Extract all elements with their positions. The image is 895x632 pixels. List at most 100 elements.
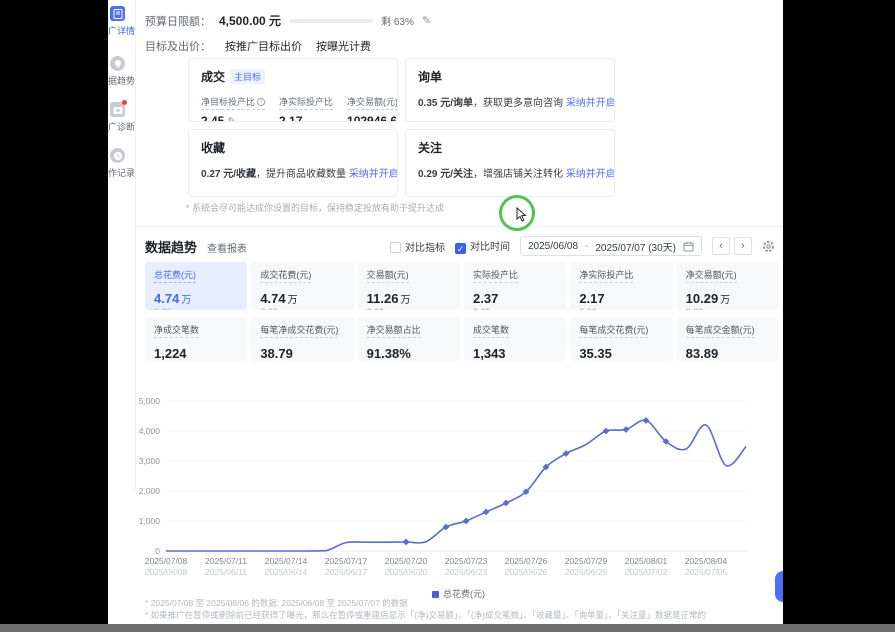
metric-compare-value: 0.00 bbox=[579, 307, 663, 310]
metric-card-9[interactable]: 净交易额占比91.38%0.00% bbox=[357, 317, 460, 361]
date-end[interactable]: 2025/07/07 (30天) bbox=[595, 239, 676, 254]
svg-text:0: 0 bbox=[155, 546, 160, 556]
feedback-handle[interactable] bbox=[775, 571, 783, 602]
metric-value: 83.89 bbox=[685, 346, 719, 361]
metric-label: 总花费(元) bbox=[154, 268, 196, 283]
goal-note: * 系统会尽可能达成你设置的目标，保持稳定投放有助于提升达成 bbox=[186, 203, 445, 213]
bid-label: 目标及出价： bbox=[145, 41, 211, 53]
svg-text:2025/07/23: 2025/07/23 bbox=[445, 556, 488, 566]
budget-progress-bar bbox=[289, 18, 374, 23]
trend-chart: 0 1,000 2,000 3,000 4,000 5,000 2025/07/08 2025… bbox=[136, 383, 781, 595]
metric-label: 成交花费(元) bbox=[260, 268, 312, 283]
rail-item-1[interactable]: 广详情 bbox=[108, 6, 136, 37]
svg-text:2025/06/23: 2025/06/23 bbox=[445, 567, 488, 577]
metric-compare-value: 0.00 bbox=[367, 307, 451, 310]
promotion-detail-panel: 广详情据趋势广诊断作记录 预算日限额： 4,500.00 元 剩 63% ✎ 目… bbox=[108, 0, 783, 624]
metric-value: 11.26 万 bbox=[366, 291, 411, 306]
metric-label: 净交易额(元) bbox=[685, 268, 737, 283]
trend-controls: 对比指标 ✓ 对比时间 2025/06/08 - 2025/07/07 (30天)… bbox=[389, 236, 775, 256]
metric-card-6[interactable]: 净交易额(元) 10.29万0.00 bbox=[676, 262, 779, 310]
svg-text:5,000: 5,000 bbox=[139, 396, 161, 406]
pin-icon bbox=[110, 56, 125, 71]
metric-card-12[interactable]: 每笔成交金额(元)83.890.00 bbox=[676, 317, 779, 361]
calendar-icon[interactable] bbox=[683, 241, 694, 252]
date-range-picker[interactable]: 2025/06/08 - 2025/07/07 (30天) bbox=[519, 236, 702, 256]
screen: 广详情据趋势广诊断作记录 预算日限额： 4,500.00 元 剩 63% ✎ 目… bbox=[0, 0, 895, 632]
svg-text:2,000: 2,000 bbox=[139, 486, 161, 496]
deal-card-title: 成交 主目标 bbox=[201, 68, 385, 85]
svg-text:2025/06/29: 2025/06/29 bbox=[565, 567, 608, 577]
view-report-link[interactable]: 查看报表 bbox=[207, 240, 247, 255]
metric-value: 38.79 bbox=[260, 346, 293, 361]
goal-card-inquiry: 询单 0.35 元/询单，获取更多意向咨询 采纳并开启 bbox=[405, 58, 615, 122]
mouse-cursor-icon bbox=[516, 207, 527, 222]
doc-icon bbox=[110, 6, 125, 21]
rail-item-4[interactable]: 作记录 bbox=[108, 148, 136, 179]
adopt-follow-link[interactable]: 采纳并开启 bbox=[566, 169, 614, 180]
trend-chart-svg: 01,0002,0003,0004,0005,0002025/07/082025… bbox=[139, 396, 748, 577]
deal-metric-target-roi: 净目标投产比 i 2.45 ✎ bbox=[201, 92, 266, 122]
follow-card-title: 关注 bbox=[418, 141, 443, 155]
adopt-favorite-link[interactable]: 采纳并开启 bbox=[349, 169, 397, 180]
rail-item-3[interactable]: 广诊断 bbox=[108, 100, 136, 133]
svg-text:2025/06/20: 2025/06/20 bbox=[385, 567, 428, 577]
camera-icon bbox=[110, 100, 127, 117]
daily-budget-row: 预算日限额： 4,500.00 元 剩 63% ✎ bbox=[145, 12, 431, 29]
metric-card-4[interactable]: 实际投产比 2.370.00 bbox=[464, 262, 567, 310]
metric-card-11[interactable]: 每笔成交花费(元)35.350.00 bbox=[570, 317, 673, 361]
red-badge-dot bbox=[122, 100, 127, 105]
edit-budget-icon[interactable]: ✎ bbox=[422, 14, 431, 27]
metric-value: 2.17 bbox=[579, 291, 605, 306]
svg-text:2025/07/11: 2025/07/11 bbox=[205, 556, 247, 566]
metric-compare-value: 0.00 bbox=[154, 307, 238, 310]
svg-text:2025/06/14: 2025/06/14 bbox=[265, 567, 308, 577]
svg-text:4,000: 4,000 bbox=[139, 426, 161, 436]
svg-text:2025/08/01: 2025/08/01 bbox=[625, 556, 668, 566]
checkbox-unchecked-icon[interactable] bbox=[389, 241, 401, 253]
compare-metric-checkbox[interactable]: 对比指标 bbox=[389, 239, 445, 254]
metric-card-10[interactable]: 成交笔数1,3430 bbox=[464, 317, 567, 361]
svg-text:2025/06/11: 2025/06/11 bbox=[205, 567, 247, 577]
rail-item-2[interactable]: 据趋势 bbox=[108, 56, 136, 87]
metric-compare-value: 0.00 bbox=[260, 307, 344, 310]
metric-value: 1,224 bbox=[154, 346, 187, 361]
settings-gear-icon[interactable] bbox=[762, 240, 775, 253]
prev-period-button[interactable]: ‹ bbox=[712, 237, 730, 255]
goal-cards: 成交 主目标 净目标投产比 i 2.45 ✎ 净实际投产比 2.17 净交易额(元)… bbox=[188, 58, 616, 197]
clock-icon bbox=[110, 148, 125, 163]
bid-mode: 按推广目标出价 bbox=[225, 41, 302, 53]
rail-item-label: 据趋势 bbox=[108, 76, 136, 86]
svg-text:2025/07/26: 2025/07/26 bbox=[505, 556, 548, 566]
svg-text:2025/08/04: 2025/08/04 bbox=[685, 556, 728, 566]
svg-text:2025/07/20: 2025/07/20 bbox=[385, 556, 428, 566]
next-period-button[interactable]: › bbox=[734, 237, 752, 255]
click-highlight-ring bbox=[499, 195, 535, 231]
info-icon[interactable]: i bbox=[257, 97, 266, 106]
footnote-2: * 如果推广在暂停或删除前已经获得了曝光，那么在暂停或重建后显示「(净)交易额」… bbox=[145, 610, 706, 620]
adopt-inquiry-link[interactable]: 采纳并开启 bbox=[566, 98, 614, 109]
metric-card-3[interactable]: 交易额(元) 11.26万0.00 bbox=[357, 262, 460, 310]
metric-label: 每笔成交金额(元) bbox=[685, 323, 755, 338]
metric-card-7[interactable]: 净成交笔数1,2240 bbox=[145, 317, 248, 361]
compare-time-checkbox[interactable]: ✓ 对比时间 bbox=[454, 238, 510, 254]
trend-section-title: 数据趋势 bbox=[145, 240, 198, 255]
bid-billing: 按曝光计费 bbox=[316, 41, 371, 53]
budget-remaining: 剩 63% bbox=[381, 17, 414, 28]
checkbox-checked-icon[interactable]: ✓ bbox=[454, 243, 466, 254]
metric-card-grid: 总花费(元)4.74万0.00成交花费(元)4.74万0.00 交易额(元) 11.… bbox=[145, 262, 779, 361]
budget-value: 4,500.00 元 bbox=[219, 14, 282, 28]
metric-card-5[interactable]: 净实际投产比 2.170.00 bbox=[570, 262, 673, 310]
metric-label: 净交易额占比 bbox=[366, 323, 421, 338]
metric-card-2[interactable]: 成交花费(元) 4.74万0.00 bbox=[251, 262, 354, 310]
metric-card-1[interactable]: 总花费(元) 4.74万0.00 bbox=[145, 262, 248, 310]
rail-item-label: 广诊断 bbox=[108, 122, 136, 132]
edit-roi-icon[interactable]: ✎ bbox=[227, 115, 236, 122]
date-start[interactable]: 2025/06/08 bbox=[528, 241, 578, 252]
svg-text:2025/06/17: 2025/06/17 bbox=[325, 567, 368, 577]
svg-text:2025/07/05: 2025/07/05 bbox=[685, 567, 728, 577]
metric-label: 交易额(元) bbox=[366, 268, 409, 283]
metric-card-8[interactable]: 每笔净成交花费(元)38.790.00 bbox=[251, 317, 354, 361]
deal-title-text: 成交 bbox=[201, 70, 226, 84]
legend-swatch bbox=[432, 591, 439, 598]
metric-compare-value: 0.00 bbox=[473, 307, 557, 310]
